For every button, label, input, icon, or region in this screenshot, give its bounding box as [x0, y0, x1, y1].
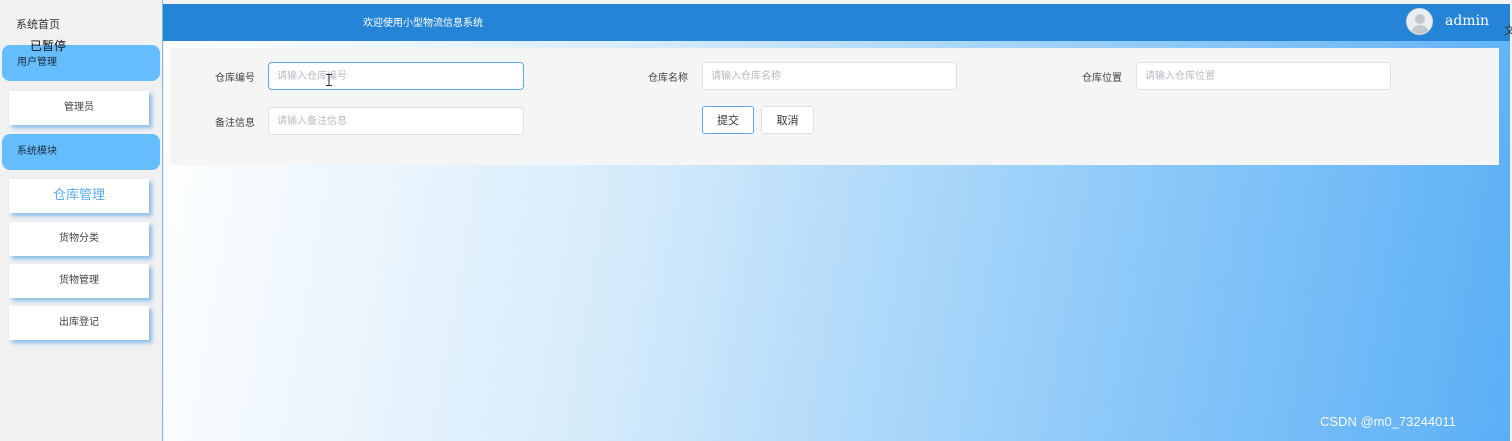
welcome-text: 欢迎使用小型物流信息系统	[363, 18, 483, 29]
sidebar-home-link[interactable]: 系统首页	[16, 16, 60, 32]
main-content: 仓库编号 仓库名称 仓库位置 备注信息 提交 取消	[164, 41, 1510, 441]
paused-overlay-label: 已暂停	[30, 39, 67, 53]
sidebar-item-goods-management[interactable]: 货物管理	[9, 264, 149, 298]
warehouse-name-input[interactable]	[702, 62, 957, 90]
edge-glyph: 文	[1504, 24, 1512, 37]
user-name[interactable]: admin	[1445, 13, 1489, 29]
warehouse-code-input[interactable]	[268, 62, 524, 90]
sidebar-item-warehouse-management[interactable]: 仓库管理	[9, 179, 149, 213]
sidebar-item-outbound-registration[interactable]: 出库登记	[9, 306, 149, 340]
avatar-head-shape	[1415, 14, 1425, 24]
warehouse-code-label: 仓库编号	[215, 73, 255, 84]
sidebar-group-user-management[interactable]: 用户管理	[2, 45, 160, 81]
warehouse-location-label: 仓库位置	[1082, 73, 1122, 84]
text-cursor-icon	[326, 74, 332, 86]
sidebar-item-goods-category[interactable]: 货物分类	[9, 222, 149, 256]
top-header: 欢迎使用小型物流信息系统 admin	[163, 4, 1510, 41]
warehouse-location-input[interactable]	[1136, 62, 1391, 90]
remarks-input[interactable]	[268, 107, 524, 135]
remarks-label: 备注信息	[215, 118, 255, 129]
avatar-body-shape	[1411, 25, 1429, 34]
warehouse-form: 仓库编号 仓库名称 仓库位置 备注信息 提交 取消	[170, 48, 1499, 165]
sidebar-item-admin[interactable]: 管理员	[9, 91, 149, 125]
user-avatar-icon[interactable]	[1406, 8, 1433, 35]
cancel-button[interactable]: 取消	[761, 106, 814, 134]
submit-button[interactable]: 提交	[702, 106, 754, 134]
sidebar: 系统首页 已暂停 用户管理 管理员 系统模块 仓库管理 货物分类 货物管理 出库…	[0, 0, 163, 441]
warehouse-name-label: 仓库名称	[648, 73, 688, 84]
csdn-watermark: CSDN @m0_73244011	[1320, 414, 1456, 429]
sidebar-group-system-modules[interactable]: 系统模块	[2, 134, 160, 170]
